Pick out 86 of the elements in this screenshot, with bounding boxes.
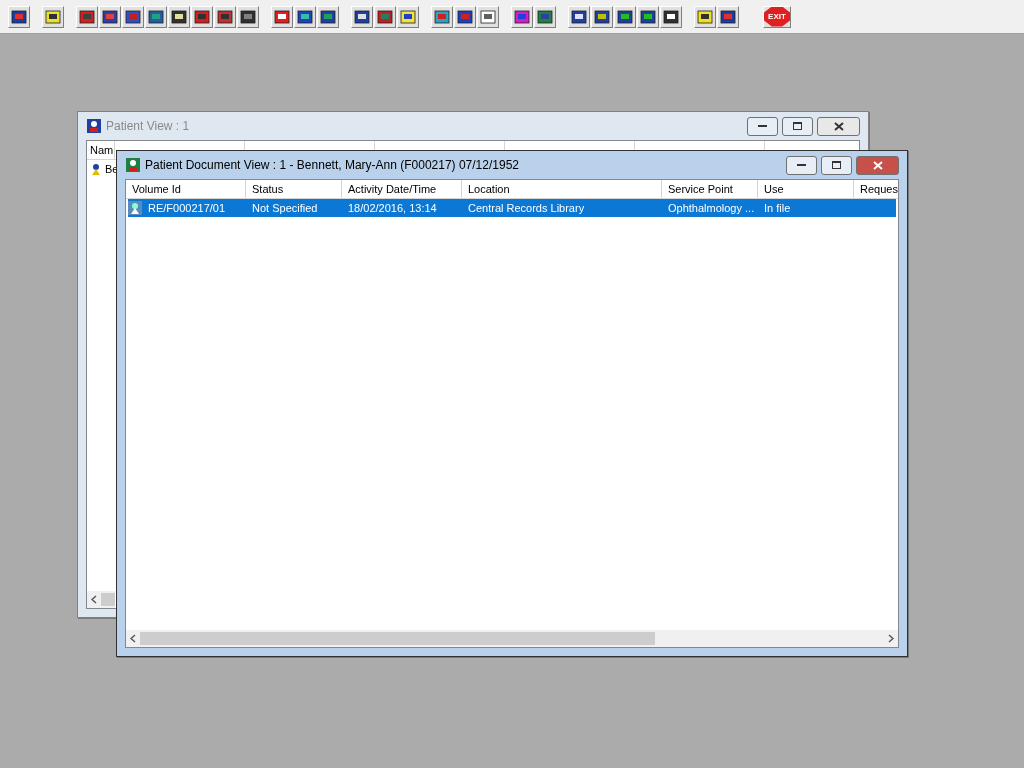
maximize-icon <box>793 122 802 130</box>
column-header[interactable]: Nam <box>87 141 115 160</box>
list-cell-text: 18/02/2016, 13:14 <box>347 202 438 214</box>
window-title: Patient Document View : 1 - Bennett, Mary-Ann (F000217) 07/12/1952 <box>145 158 520 172</box>
minimize-icon <box>797 163 806 167</box>
toolbar-button[interactable] <box>511 5 533 28</box>
close-icon <box>833 121 844 131</box>
toolbar-button[interactable] <box>317 5 339 28</box>
window-title: Patient View : 1 <box>106 119 191 133</box>
toolbar-button[interactable] <box>42 5 64 28</box>
row-icon <box>89 162 103 176</box>
list-cell-text: RE/F000217/01 <box>147 202 227 214</box>
maximize-button[interactable] <box>821 155 852 175</box>
toolbar-button[interactable] <box>477 5 499 28</box>
toolbar-icon <box>148 8 164 25</box>
toolbar-icon <box>45 8 61 25</box>
close-icon <box>872 160 883 170</box>
window-icon <box>125 157 141 173</box>
minimize-button[interactable] <box>786 155 817 175</box>
toolbar-icon <box>274 8 290 25</box>
toolbar-button[interactable] <box>374 5 396 28</box>
toolbar-icon <box>594 8 610 25</box>
close-button[interactable] <box>817 116 860 136</box>
toolbar-icon <box>457 8 473 25</box>
horizontal-scrollbar[interactable] <box>87 591 115 608</box>
toolbar-button[interactable] <box>145 5 167 28</box>
maximize-icon <box>832 161 841 169</box>
toolbar-button[interactable] <box>8 5 30 28</box>
toolbar-button[interactable] <box>76 5 98 28</box>
toolbar-button[interactable] <box>214 5 236 28</box>
toolbar-icon <box>640 8 656 25</box>
horizontal-scrollbar[interactable] <box>126 630 898 647</box>
toolbar-icon <box>171 8 187 25</box>
toolbar-icon <box>377 8 393 25</box>
toolbar-button[interactable] <box>454 5 476 28</box>
toolbar-button[interactable] <box>591 5 613 28</box>
toolbar-button[interactable] <box>660 5 682 28</box>
list-row[interactable]: RE/F000217/01 Not Specified 18/02/2016, 13:14 Central Records Library Ophthalmology ... In file <box>128 199 896 217</box>
close-button[interactable] <box>856 155 899 175</box>
toolbar-button[interactable] <box>168 5 190 28</box>
toolbar-icon <box>434 8 450 25</box>
toolbar-button[interactable] <box>237 5 259 28</box>
toolbar-icon <box>537 8 553 25</box>
toolbar-icon <box>11 8 27 25</box>
toolbar-button[interactable] <box>294 5 316 28</box>
toolbar-button[interactable] <box>99 5 121 28</box>
exit-button[interactable]: EXIT <box>763 5 791 28</box>
toolbar-icon <box>617 8 633 25</box>
list-cell-text: In file <box>763 202 792 214</box>
minimize-icon <box>758 124 767 128</box>
list-cell-text: Ophthalmology ... <box>667 202 756 214</box>
window-icon <box>86 118 102 134</box>
toolbar-button[interactable] <box>637 5 659 28</box>
toolbar-icon <box>400 8 416 25</box>
toolbar-button[interactable] <box>534 5 556 28</box>
toolbar-icon <box>217 8 233 25</box>
toolbar-button[interactable] <box>397 5 419 28</box>
toolbar-icon <box>720 8 736 25</box>
list-cell-text: Not Specified <box>251 202 319 214</box>
toolbar-icon <box>320 8 336 25</box>
toolbar-icon <box>354 8 370 25</box>
row-icon <box>128 201 142 215</box>
maximize-button[interactable] <box>782 116 813 136</box>
list-cell-text: Central Records Library <box>467 202 586 214</box>
scroll-thumb[interactable] <box>101 593 115 606</box>
toolbar-button[interactable] <box>122 5 144 28</box>
toolbar-icon <box>79 8 95 25</box>
toolbar-icon <box>514 8 530 25</box>
toolbar-button[interactable] <box>191 5 213 28</box>
toolbar-button[interactable] <box>694 5 716 28</box>
toolbar-icon <box>102 8 118 25</box>
toolbar-button[interactable] <box>271 5 293 28</box>
toolbar-icon <box>125 8 141 25</box>
minimize-button[interactable] <box>747 116 778 136</box>
toolbar-button[interactable] <box>351 5 373 28</box>
toolbar-button[interactable] <box>717 5 739 28</box>
toolbar-icon <box>480 8 496 25</box>
scroll-thumb[interactable] <box>140 632 655 645</box>
toolbar-icon <box>697 8 713 25</box>
toolbar-icon <box>663 8 679 25</box>
toolbar-icon <box>571 8 587 25</box>
toolbar-button[interactable] <box>614 5 636 28</box>
toolbar-button[interactable] <box>568 5 590 28</box>
toolbar-icon <box>194 8 210 25</box>
toolbar-icon <box>240 8 256 25</box>
toolbar-icon <box>297 8 313 25</box>
